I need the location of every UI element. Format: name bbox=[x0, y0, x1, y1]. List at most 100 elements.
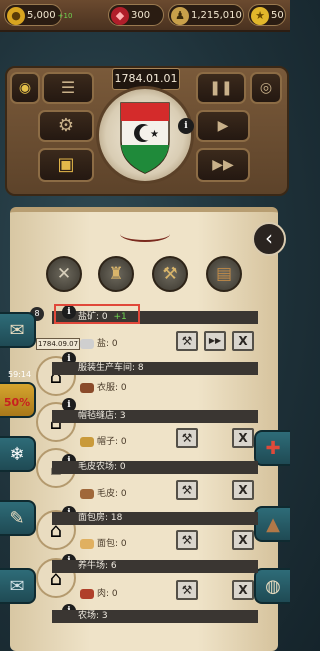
building-row-cattle[interactable]: 养牛场: 6 bbox=[52, 560, 258, 573]
build-button[interactable]: ⚒ bbox=[176, 480, 198, 500]
settings-button[interactable]: ◎ bbox=[250, 72, 282, 104]
fast-forward-icon: ▶▶ bbox=[212, 157, 234, 173]
document-button[interactable]: ✎ bbox=[0, 500, 36, 536]
treasure-button[interactable]: ▣ bbox=[38, 148, 94, 182]
highlight-box bbox=[54, 304, 140, 324]
hat-icon bbox=[80, 436, 94, 447]
demolish-button[interactable]: X bbox=[232, 530, 254, 550]
building-row-farm[interactable]: 农场: 3 bbox=[52, 610, 258, 623]
scroll-quest-button[interactable]: ✉ bbox=[0, 312, 36, 348]
close-icon: X bbox=[238, 483, 248, 497]
hammer-icon: ⚒ bbox=[181, 431, 193, 445]
product-line: 面包: 0 bbox=[80, 536, 127, 549]
sale-timer: 59:14 bbox=[8, 370, 32, 379]
mail-icon: ✉ bbox=[9, 576, 25, 597]
category-tools[interactable]: ✕ bbox=[46, 256, 82, 292]
population-value: 1,215,010 bbox=[191, 10, 242, 21]
demolish-button[interactable]: X bbox=[232, 480, 254, 500]
building-row-hats[interactable]: 帽毡缝店: 3 bbox=[52, 410, 258, 423]
nation-emblem[interactable]: ★ bbox=[96, 86, 194, 184]
gold-coin-icon: ● bbox=[7, 7, 25, 25]
building-row-fur-farm[interactable]: 毛皮农场: 0 bbox=[52, 461, 258, 474]
category-clothing[interactable]: ♜ bbox=[98, 256, 134, 292]
building-name: 养牛场: 6 bbox=[78, 561, 117, 571]
svg-text:★: ★ bbox=[150, 129, 159, 140]
gift-button[interactable]: ✚ bbox=[254, 430, 290, 466]
document-icon: ✎ bbox=[9, 508, 25, 529]
nation-info-icon[interactable]: i bbox=[178, 118, 194, 134]
close-icon: X bbox=[238, 533, 248, 547]
product-line: 毛皮: 0 bbox=[80, 486, 127, 499]
fast-forward-icon: ▶▶ bbox=[208, 336, 222, 345]
snowflake-icon: ❄ bbox=[9, 444, 25, 465]
gold-income: +10 bbox=[57, 12, 73, 20]
event-date: 1784.09.07 bbox=[36, 338, 80, 350]
product-amount: 面包: 0 bbox=[97, 539, 127, 549]
back-button[interactable]: ‹ bbox=[252, 222, 286, 256]
play-icon: ▶ bbox=[217, 118, 229, 134]
world-map-button[interactable]: ◍ bbox=[254, 568, 290, 604]
building-name: 农场: 3 bbox=[78, 611, 108, 621]
building-row-clothing[interactable]: 服装生产车间: 8 bbox=[52, 362, 258, 375]
build-button[interactable]: ⚒ bbox=[176, 530, 198, 550]
scroll-icon: ✉ bbox=[9, 320, 25, 341]
snowflake-button[interactable]: ❄ bbox=[0, 436, 36, 472]
product-amount: 毛皮: 0 bbox=[97, 489, 127, 499]
population-icon: ♟ bbox=[171, 7, 189, 25]
star-icon: ★ bbox=[251, 7, 269, 25]
close-icon: X bbox=[238, 431, 248, 445]
treasure-chest-icon: ▣ bbox=[57, 154, 75, 175]
play-button[interactable]: ▶ bbox=[196, 110, 250, 142]
building-name: 服装生产车间: 8 bbox=[78, 363, 144, 373]
salt-icon bbox=[80, 338, 94, 349]
gold-resource[interactable]: ● 5,000 +10 bbox=[4, 4, 72, 26]
category-trade[interactable]: ▤ bbox=[206, 256, 242, 292]
sale-button[interactable]: 50% bbox=[0, 382, 36, 418]
globe-settings-icon: ◎ bbox=[259, 80, 273, 96]
pause-button[interactable]: ❚❚ bbox=[196, 72, 246, 104]
build-button[interactable]: ⚒ bbox=[176, 428, 198, 448]
population-resource[interactable]: ♟ 1,215,010 bbox=[168, 4, 244, 26]
category-production[interactable]: ⚒ bbox=[152, 256, 188, 292]
stars-resource[interactable]: ★ 50 bbox=[248, 4, 286, 26]
menu-button[interactable]: ☰ bbox=[42, 72, 94, 104]
boot-icon: ▲ bbox=[266, 514, 280, 535]
build-button[interactable]: ⚒ bbox=[176, 580, 198, 600]
demolish-button[interactable]: X bbox=[232, 331, 254, 351]
speedup-button[interactable]: ▶▶ bbox=[204, 331, 226, 351]
tools-button[interactable]: ⚙ bbox=[38, 110, 94, 142]
chest-icon: ▤ bbox=[215, 264, 233, 284]
product-amount: 肉: 0 bbox=[97, 589, 118, 599]
fast-forward-button[interactable]: ▶▶ bbox=[196, 148, 250, 182]
meat-icon bbox=[80, 588, 94, 599]
hammer-icon: ⚒ bbox=[181, 533, 193, 547]
build-button[interactable]: ⚒ bbox=[176, 331, 198, 351]
product-line: 肉: 0 bbox=[80, 586, 118, 599]
tools-icon: ⚙ bbox=[57, 115, 75, 136]
clothes-icon bbox=[80, 382, 94, 393]
gift-icon: ✚ bbox=[265, 438, 281, 459]
demolish-button[interactable]: X bbox=[232, 428, 254, 448]
product-line: 盐: 0 bbox=[80, 336, 118, 349]
close-icon: X bbox=[238, 583, 248, 597]
hammer-icon: ⚒ bbox=[162, 264, 178, 284]
chevron-left-icon: ‹ bbox=[265, 226, 273, 250]
mail-button[interactable]: ✉ bbox=[0, 568, 36, 604]
close-icon: X bbox=[238, 334, 248, 348]
sale-percent: 50% bbox=[3, 396, 31, 409]
gems-resource[interactable]: ◆ 300 bbox=[108, 4, 164, 26]
army-button[interactable]: ▲ bbox=[254, 506, 290, 542]
fur-icon bbox=[80, 488, 94, 499]
advisor-button[interactable]: ◉ bbox=[10, 72, 40, 104]
advisor-icon: ◉ bbox=[18, 80, 32, 96]
demolish-button[interactable]: X bbox=[232, 580, 254, 600]
product-line: 帽子: 0 bbox=[80, 434, 127, 447]
bread-icon bbox=[80, 538, 94, 549]
flag-shield-icon: ★ bbox=[120, 102, 170, 174]
menu-icon: ☰ bbox=[60, 78, 76, 97]
building-name: 毛皮农场: 0 bbox=[78, 462, 126, 472]
hammer-icon: ⚒ bbox=[181, 483, 193, 497]
hammer-icon: ⚒ bbox=[181, 583, 193, 597]
building-row-bakery[interactable]: 面包房: 18 bbox=[52, 512, 258, 525]
ruby-icon: ◆ bbox=[111, 7, 129, 25]
